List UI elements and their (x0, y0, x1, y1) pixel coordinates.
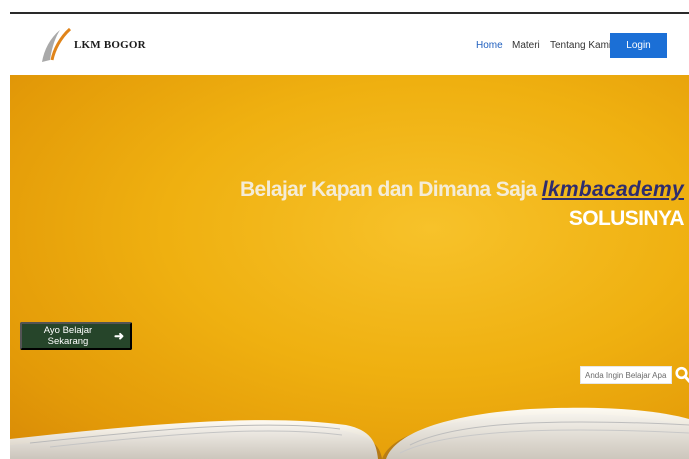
logo-swoosh-icon (42, 27, 72, 62)
hero-title: Belajar Kapan dan Dimana Saja lkmbacadem… (239, 175, 685, 233)
nav-materi[interactable]: Materi (512, 40, 540, 51)
nav-home[interactable]: Home (476, 40, 503, 51)
hero-title-prefix: Belajar Kapan dan Dimana Saja (239, 178, 542, 201)
nav-tentang-kami[interactable]: Tentang Kami (550, 40, 611, 51)
cta-button[interactable]: Ayo Belajar Sekarang ➜ (20, 322, 132, 350)
navbar: LKM BOGOR Home Materi Tentang Kami Login (10, 14, 689, 75)
hero-title-line2: SOLUSINYA (568, 207, 685, 230)
login-button[interactable]: Login (610, 33, 667, 58)
hero-banner: Belajar Kapan dan Dimana Saja lkmbacadem… (10, 75, 689, 459)
logo[interactable]: LKM BOGOR (38, 26, 158, 66)
open-book-image (10, 407, 689, 459)
hero-title-brand-link[interactable]: lkmbacademy (542, 178, 684, 201)
logo-text: LKM BOGOR (74, 39, 146, 51)
cta-label: Ayo Belajar Sekarang (43, 325, 93, 347)
arrow-right-icon: ➜ (113, 329, 124, 343)
